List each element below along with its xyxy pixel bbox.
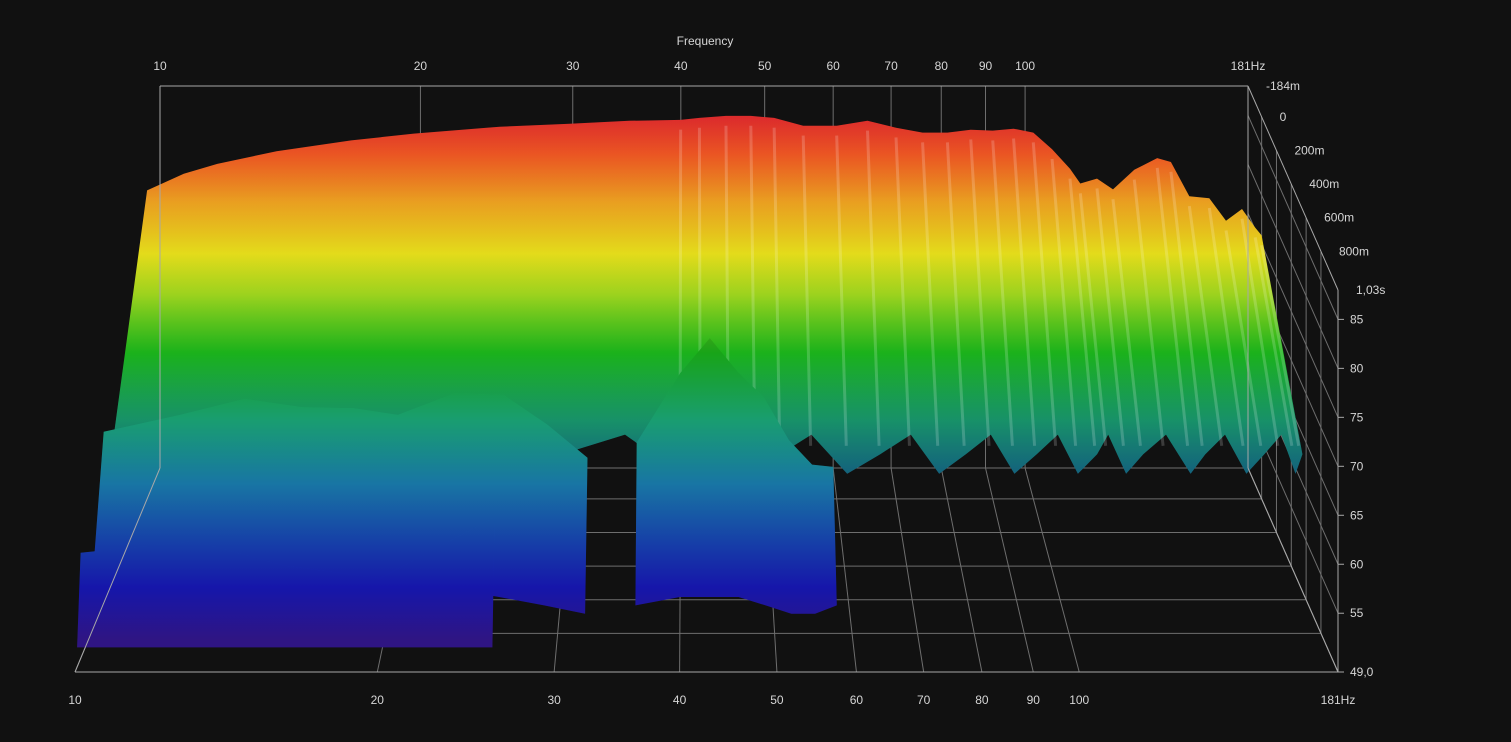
level-tick-label: 65	[1350, 508, 1364, 522]
level-tick-label: 60	[1350, 557, 1364, 571]
top-frequency-tick-label: 70	[884, 59, 898, 73]
waterfall-surface	[77, 115, 1303, 648]
level-tick-label: 70	[1350, 459, 1364, 473]
bottom-frequency-tick-label: 20	[371, 693, 385, 707]
time-axis-ticks: -184m 0 200m 400m 600m 800m 1,03s	[1266, 79, 1385, 297]
top-frequency-tick-label: 20	[414, 59, 428, 73]
time-tick-label: 600m	[1324, 211, 1354, 225]
bottom-frequency-tick-label: 80	[975, 693, 989, 707]
bottom-frequency-tick-label: 60	[850, 693, 864, 707]
top-frequency-tick-label: 60	[826, 59, 840, 73]
bottom-frequency-tick-label: 40	[673, 693, 687, 707]
bottom-frequency-tick-label: 70	[917, 693, 931, 707]
bottom-frequency-tick-label: 90	[1027, 693, 1041, 707]
top-frequency-tick-label: 100	[1015, 59, 1035, 73]
time-tick-label: 0	[1280, 110, 1287, 124]
level-tick-label: 75	[1350, 410, 1364, 424]
level-tick-label: 55	[1350, 606, 1364, 620]
level-tick-label: 85	[1350, 312, 1364, 326]
top-frequency-ticks: 10 20 30 40 50 60 70 80 90 100 181Hz	[153, 59, 1265, 73]
level-tick-label: 80	[1350, 361, 1364, 375]
level-tick-label: 49,0	[1350, 665, 1374, 679]
level-axis-ticks: 49,0 55 60 65 70 75 80 85	[1338, 312, 1374, 679]
top-frequency-tick-label: 40	[674, 59, 688, 73]
top-frequency-tick-label: 80	[935, 59, 949, 73]
time-tick-label: 200m	[1294, 144, 1324, 158]
bottom-frequency-tick-label: 30	[547, 693, 561, 707]
top-frequency-tick-label: 50	[758, 59, 772, 73]
bottom-frequency-ticks: 10 20 30 40 50 60 70 80 90 100 181Hz	[68, 693, 1355, 707]
bottom-frequency-tick-label: 50	[770, 693, 784, 707]
time-tick-label: 800m	[1339, 244, 1369, 258]
time-tick-label: 1,03s	[1356, 283, 1385, 297]
top-frequency-tick-label: 90	[979, 59, 993, 73]
top-frequency-tick-label: 30	[566, 59, 580, 73]
bottom-frequency-tick-label: 100	[1069, 693, 1089, 707]
x-axis-title: Frequency	[677, 34, 734, 48]
time-tick-label: -184m	[1266, 79, 1300, 93]
bottom-frequency-tick-label: 10	[68, 693, 82, 707]
waterfall-plot: Frequency 10 20 30 40 50 60 70 80 90 100 181Hz 10 2…	[68, 34, 1385, 707]
bottom-frequency-tick-label: 181Hz	[1321, 693, 1356, 707]
time-tick-label: 400m	[1309, 177, 1339, 191]
top-frequency-tick-label: 181Hz	[1231, 59, 1266, 73]
top-frequency-tick-label: 10	[153, 59, 167, 73]
frame-edge	[1247, 467, 1339, 673]
